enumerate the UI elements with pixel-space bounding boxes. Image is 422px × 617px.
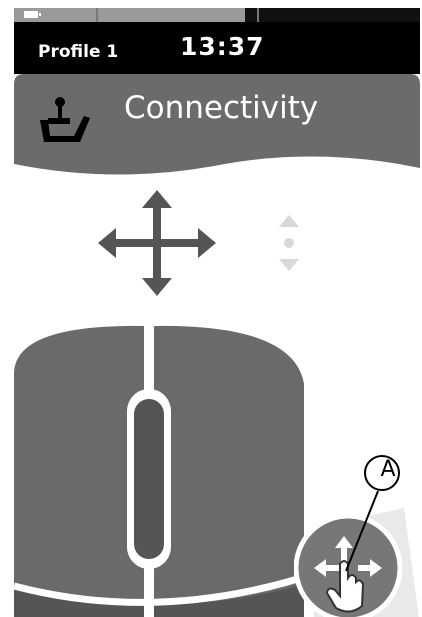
progress-tick [257, 8, 259, 22]
status-bar: Profile 1 13:37 [14, 8, 420, 74]
four-way-arrows-icon[interactable] [98, 190, 216, 296]
callout-label: A [380, 457, 396, 482]
progress-bar [14, 8, 420, 22]
up-down-dot-icon[interactable] [276, 213, 302, 273]
progress-fill [14, 8, 246, 22]
page-title: Connectivity [124, 90, 319, 126]
progress-tick [96, 8, 98, 22]
device-screen: Profile 1 13:37 Connectivity A [14, 8, 420, 617]
profile-label: Profile 1 [38, 42, 119, 62]
clock-time: 13:37 [180, 32, 265, 61]
joystick-seat-icon [40, 97, 90, 142]
battery-icon [24, 11, 41, 18]
